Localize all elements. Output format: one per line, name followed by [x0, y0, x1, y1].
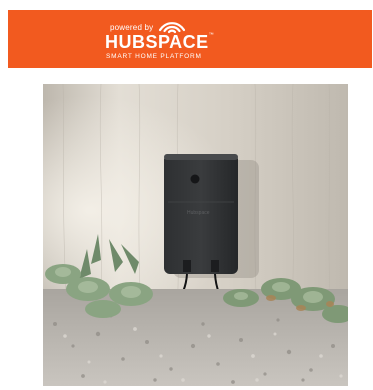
hubspace-banner: powered by HUBSPACE™ SMART HOME PLATFORM: [8, 10, 372, 68]
trademark-symbol: ™: [208, 32, 215, 38]
powered-by-text: powered by: [110, 23, 154, 32]
brand-wordmark: HUBSPACE™: [105, 32, 214, 53]
device-label: Hubspace: [187, 210, 210, 216]
hubspace-logo: powered by HUBSPACE™ SMART HOME PLATFORM: [105, 14, 275, 64]
product-photo: Hubspace: [43, 84, 348, 386]
product-photo-illustration: Hubspace: [43, 84, 348, 386]
brand-name: HUBSPACE: [105, 32, 209, 52]
brand-tagline: SMART HOME PLATFORM: [106, 53, 202, 60]
product-listing-frame: powered by HUBSPACE™ SMART HOME PLATFORM: [0, 0, 373, 390]
